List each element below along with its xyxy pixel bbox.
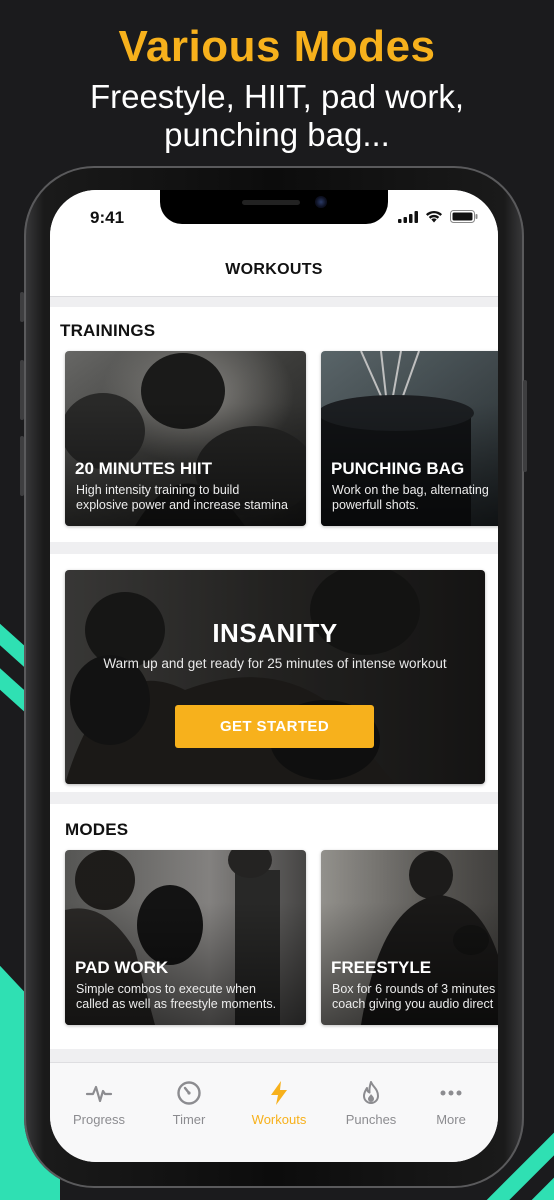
promo-subtitle-line2: punching bag...	[164, 116, 390, 153]
mode-card-pad-work[interactable]: PAD WORK Simple combos to execute when c…	[65, 850, 306, 1025]
mode-card-freestyle[interactable]: FREESTYLE Box for 6 rounds of 3 minutes …	[321, 850, 498, 1025]
tab-label: Workouts	[251, 1112, 307, 1127]
more-dots-icon	[440, 1090, 462, 1096]
phone-notch	[160, 190, 388, 224]
workouts-scroll-area[interactable]: TRAININGS 20 MINUTES HIIT High intensity…	[50, 297, 498, 1057]
featured-workout-card[interactable]: INSANITY Warm up and get ready for 25 mi…	[65, 570, 485, 784]
card-title: PAD WORK	[75, 958, 169, 977]
navigation-bar: WORKOUTS	[50, 244, 498, 297]
get-started-button[interactable]: GET STARTED	[175, 705, 374, 748]
trainings-section: TRAININGS 20 MINUTES HIIT High intensity…	[50, 307, 498, 542]
tab-bar: Progress Timer Workouts Punches More	[50, 1062, 498, 1162]
featured-title: INSANITY	[212, 618, 338, 648]
pulse-icon	[85, 1085, 113, 1103]
flame-icon	[363, 1081, 379, 1104]
card-description-line2: explosive power and increase stamina	[76, 498, 288, 512]
card-shade	[65, 570, 485, 784]
speaker-grille	[242, 200, 300, 205]
phone-volume-down	[20, 436, 24, 496]
tab-more[interactable]: More	[406, 1079, 496, 1135]
card-description-line2: called as well as freestyle moments.	[76, 997, 277, 1011]
wifi-icon	[426, 210, 442, 223]
battery-icon	[450, 210, 478, 223]
phone-power-button	[523, 380, 527, 472]
phone-volume-up	[20, 360, 24, 420]
card-description-line1: Box for 6 rounds of 3 minutes	[332, 982, 496, 996]
featured-subtitle: Warm up and get ready for 25 minutes of …	[103, 656, 447, 671]
card-title: 20 MINUTES HIIT	[75, 459, 212, 478]
featured-section: INSANITY Warm up and get ready for 25 mi…	[50, 554, 498, 792]
tab-workouts[interactable]: Workouts	[234, 1079, 324, 1135]
timer-icon	[177, 1081, 201, 1105]
page-title: WORKOUTS	[225, 261, 323, 278]
modes-section: MODES PAD WORK Simple combos to execute …	[50, 804, 498, 1049]
signal-icon	[398, 210, 418, 223]
front-camera	[315, 196, 327, 208]
card-description-line1: Work on the bag, alternating	[332, 483, 489, 497]
promo-subtitle: Freestyle, HIIT, pad work, punching bag.…	[0, 78, 554, 154]
tab-label: Progress	[72, 1112, 126, 1127]
tab-label: Punches	[345, 1112, 397, 1127]
modes-section-label: MODES	[65, 820, 129, 839]
tab-label: Timer	[172, 1112, 206, 1127]
training-card-punching-bag[interactable]: PUNCHING BAG Work on the bag, alternatin…	[321, 351, 498, 526]
tab-punches[interactable]: Punches	[326, 1079, 416, 1135]
tab-timer[interactable]: Timer	[144, 1079, 234, 1135]
lightning-icon	[271, 1081, 287, 1105]
card-description-line1: Simple combos to execute when	[76, 982, 256, 996]
card-description-line2: powerfull shots.	[332, 498, 419, 512]
status-icons	[398, 210, 478, 223]
card-title: FREESTYLE	[331, 958, 432, 977]
tab-progress[interactable]: Progress	[54, 1079, 144, 1135]
phone-silent-switch	[20, 292, 24, 322]
training-card-hiit[interactable]: 20 MINUTES HIIT High intensity training …	[65, 351, 306, 526]
promo-subtitle-line1: Freestyle, HIIT, pad work,	[89, 78, 465, 115]
card-description: High intensity training to build explosi…	[76, 483, 301, 513]
card-description-line1: High intensity training to build	[76, 483, 240, 497]
app-screen: 9:41 WORKOUTS TRAININGS 20 MINUTES HIIT …	[50, 190, 498, 1162]
trainings-section-label: TRAININGS	[60, 321, 156, 340]
card-description: Work on the bag, alternating powerfull s…	[332, 483, 498, 513]
status-time: 9:41	[90, 208, 125, 227]
card-description-line2: coach giving you audio direct	[332, 997, 494, 1011]
promo-title: Various Modes	[118, 22, 436, 71]
card-description: Simple combos to execute when called as …	[76, 982, 301, 1012]
card-description: Box for 6 rounds of 3 minutes coach givi…	[332, 982, 498, 1012]
tab-label: More	[436, 1112, 466, 1127]
card-title: PUNCHING BAG	[331, 459, 465, 478]
promo-canvas: Various Modes Freestyle, HIIT, pad work,…	[0, 0, 554, 1200]
